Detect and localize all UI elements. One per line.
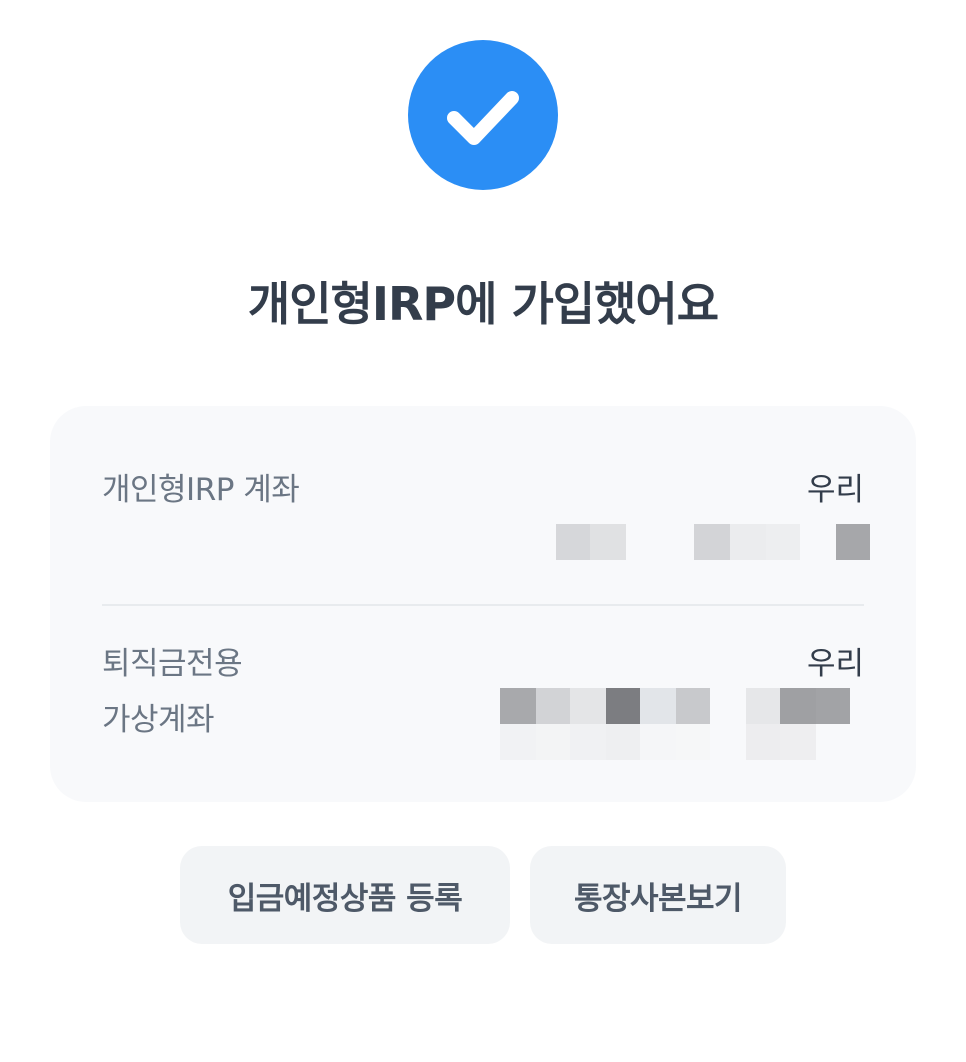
checkmark-icon	[408, 40, 558, 190]
irp-account-label: 개인형IRP 계좌	[102, 472, 300, 508]
virtual-account-number-masked-row1	[500, 688, 850, 724]
account-info-card: 개인형IRP 계좌 우리 퇴직금전용 가상계좌 우리	[50, 406, 916, 802]
card-divider	[102, 604, 864, 606]
virtual-account-number-masked-row2	[500, 724, 816, 760]
irp-account-bank: 우리	[806, 472, 864, 508]
page-title: 개인형IRP에 가입했어요	[247, 277, 719, 331]
virtual-account-bank: 우리	[806, 646, 864, 682]
view-passbook-copy-button[interactable]: 통장사본보기	[530, 846, 786, 944]
virtual-account-label-line1: 퇴직금전용	[102, 646, 243, 682]
irp-account-number-masked	[556, 524, 870, 560]
register-deposit-product-button[interactable]: 입금예정상품 등록	[180, 846, 510, 944]
signup-complete-screen: 개인형IRP에 가입했어요 개인형IRP 계좌 우리 퇴직금전용 가상계좌 우리	[0, 0, 966, 1062]
check-circle-icon	[408, 40, 558, 190]
virtual-account-label-line2: 가상계좌	[102, 702, 215, 738]
